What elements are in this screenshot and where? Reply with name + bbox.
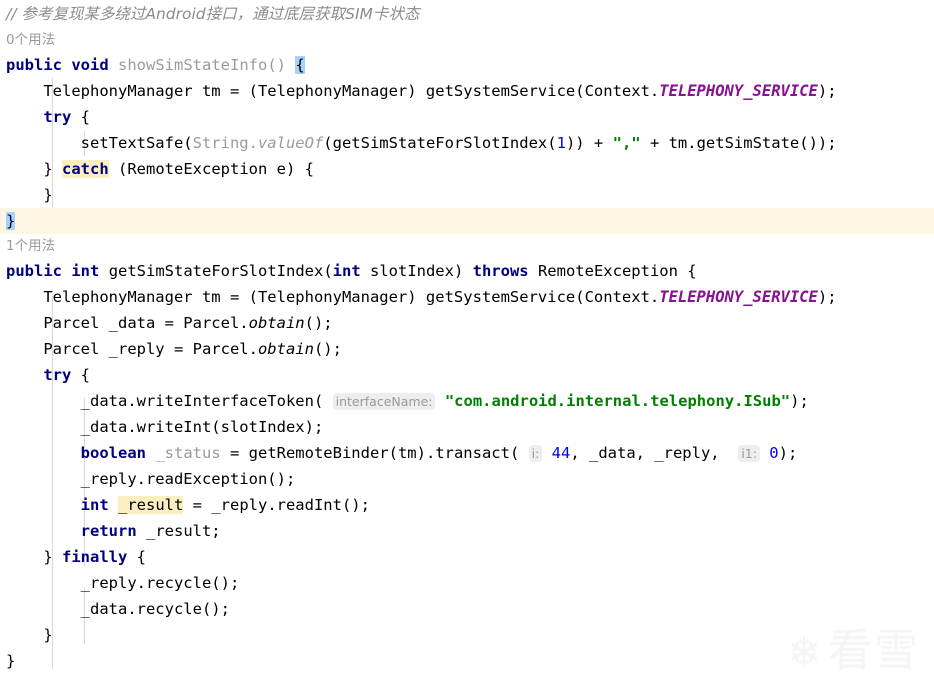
code-line-transact[interactable]: boolean _status = getRemoteBinder(tm).tr… [0,440,934,466]
call-reply-recycle: _reply.recycle(); [80,574,240,592]
code-line-m2-signature[interactable]: public int getSimStateForSlotIndex(int s… [0,258,934,284]
brace-method-close: } [6,652,16,670]
code-line-parcel-reply[interactable]: Parcel _reply = Parcel.obtain(); [0,336,934,362]
code-line-m1-close[interactable]: } [0,208,934,234]
statement-telephonymanager: TelephonyManager tm = (TelephonyManager)… [43,82,660,100]
catch-prefix: } [6,160,62,178]
keyword-int-return: int [71,262,100,280]
keyword-catch: catch [62,160,109,178]
code-line-m1-catch[interactable]: } catch (RemoteException e) { [0,156,934,182]
code-line-finally[interactable]: } finally { [0,544,934,570]
keyword-finally: finally [62,548,128,566]
keyword-boolean: boolean [80,444,146,462]
code-line-m1-catch-close[interactable]: } [0,182,934,208]
bracket-match-open: { [295,56,305,74]
brace: } [6,186,53,204]
code-line-parcel-data[interactable]: Parcel _data = Parcel.obtain(); [0,310,934,336]
expr-tail: )) + [565,134,613,152]
result-tail: = _reply.readInt(); [183,496,370,514]
class-string: String. [192,134,258,152]
code-line-m1-signature[interactable]: public void showSimStateInfo() { [0,52,934,78]
code-line-return[interactable]: return _result; [0,518,934,544]
keyword-void: void [71,56,109,74]
statement-telephonymanager-2: TelephonyManager tm = (TelephonyManager)… [43,288,660,306]
keyword-public-2: public [6,262,62,280]
keyword-int-result: int [80,496,109,514]
keyword-try: try [43,108,72,126]
keyword-throws: throws [472,262,529,280]
code-line-m2-tm[interactable]: TelephonyManager tm = (TelephonyManager)… [0,284,934,310]
method-valueof: valueOf [257,134,324,152]
code-line-reply-recycle[interactable]: _reply.recycle(); [0,570,934,596]
constant-telephony-service-2: TELEPHONY_SERVICE [659,288,818,306]
code-line-data-recycle[interactable]: _data.recycle(); [0,596,934,622]
call-writeint: _data.writeInt(slotIndex); [80,418,324,436]
call-readexception: _reply.readException(); [80,470,296,488]
constant-telephony-service: TELEPHONY_SERVICE [659,82,818,100]
code-line-m2-close[interactable]: } [0,648,934,674]
code-line-write-interface-token[interactable]: _data.writeInterfaceToken( interfaceName… [0,388,934,414]
write-token-tail: ); [790,392,809,410]
param-hint-i1: i1: [738,445,760,462]
expr-tail-2: + tm.getSimState()); [640,134,837,152]
keyword-try-2: try [43,366,72,384]
code-editor[interactable]: // 参考复现某多绕过Android接口，通过底层获取SIM卡状态 0个用法 p… [0,0,934,687]
throws-type: RemoteException { [528,262,697,280]
obtain-tail-2: (); [313,340,342,358]
method-obtain-2: obtain [257,340,314,358]
code-line-m1-try[interactable]: try { [0,104,934,130]
keyword-int-param: int [332,262,361,280]
code-line-write-int[interactable]: _data.writeInt(slotIndex); [0,414,934,440]
call-getsimstateforslotindex: (getSimStateForSlotIndex( [323,134,557,152]
usage-banner-method-one[interactable]: 0个用法 [0,28,934,52]
call-writeinterfacetoken: _data.writeInterfaceToken( [80,392,324,410]
call-data-recycle: _data.recycle(); [80,600,230,618]
decl-parcel-data: Parcel _data = Parcel. [43,314,249,332]
code-line-m1-tm[interactable]: TelephonyManager tm = (TelephonyManager)… [0,78,934,104]
param-hint-interfacename: interfaceName: [332,393,436,410]
literal-one: 1 [556,134,566,152]
code-line-m1-settextsafe[interactable]: setTextSafe(String.valueOf(getSimStateFo… [0,130,934,156]
keyword-return: return [80,522,137,540]
brace-finally-close: } [6,626,53,644]
param-hint-i: i: [528,445,543,462]
transact-tail: ); [778,444,798,462]
finally-prefix: } [6,548,62,566]
literal-44: 44 [551,444,571,462]
string-comma: "," [612,134,641,152]
usage-banner-method-two[interactable]: 1个用法 [0,234,934,258]
method-obtain-1: obtain [248,314,305,332]
method-name-getsimstateforslotindex: getSimStateForSlotIndex( [108,262,333,280]
param-slotindex: slotIndex) [360,262,473,280]
transact-head: = getRemoteBinder(tm).transact( [220,444,520,462]
keyword-public: public [6,56,62,74]
bracket-match-close: } [6,212,16,230]
code-line-m2-try[interactable]: try { [0,362,934,388]
catch-signature: (RemoteException e) { [118,160,314,178]
code-line-read-exception[interactable]: _reply.readException(); [0,466,934,492]
code-line-finally-close[interactable]: } [0,622,934,648]
code-line-result[interactable]: int _result = _reply.readInt(); [0,492,934,518]
code-comment: // 参考复现某多绕过Android接口，通过底层获取SIM卡状态 [6,5,420,23]
obtain-tail-1: (); [304,314,333,332]
string-isub: "com.android.internal.telephony.ISub" [444,392,791,410]
var-status: _status [155,444,221,462]
return-value: _result; [136,522,221,540]
literal-0: 0 [769,444,779,462]
decl-parcel-reply: Parcel _reply = Parcel. [43,340,258,358]
var-result: _result [118,496,184,514]
call-settextsafe: setTextSafe( [80,134,193,152]
transact-mid: , _data, _reply, [570,444,729,462]
method-name-showsimstateinfo: showSimStateInfo() [118,56,286,74]
